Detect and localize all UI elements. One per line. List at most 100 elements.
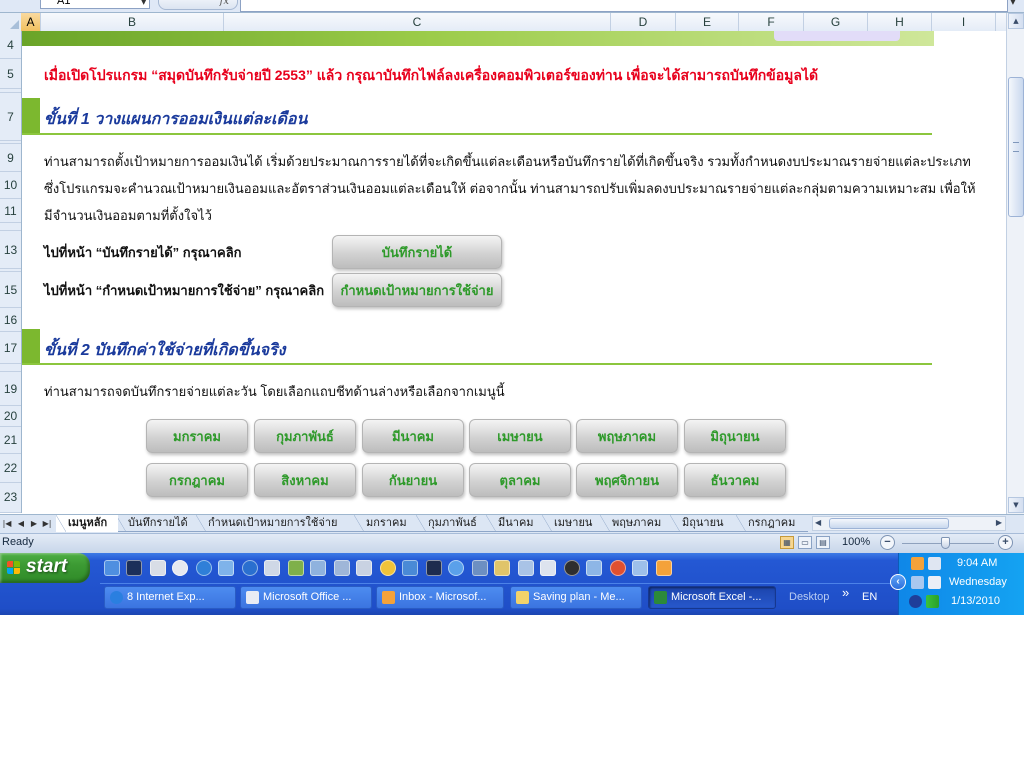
outlook-tray-icon[interactable]: [911, 557, 924, 570]
row-header[interactable]: 18: [0, 364, 21, 372]
budget-target-button[interactable]: กำหนดเป้าหมายการใช้จ่าย: [332, 273, 502, 307]
last-sheet-icon[interactable]: ▶|: [41, 517, 53, 531]
sheet-tab-budget[interactable]: กำหนดเป้าหมายการใช้จ่าย: [196, 515, 356, 532]
antivirus-icon[interactable]: [909, 595, 922, 608]
fx-button[interactable]: fx: [158, 0, 238, 10]
month-button-sep[interactable]: กันยายน: [362, 463, 464, 497]
monitor-icon[interactable]: [426, 560, 442, 576]
normal-view-icon[interactable]: ▦: [780, 536, 794, 549]
clock-time[interactable]: 9:04 AM: [957, 557, 997, 569]
row-header[interactable]: 15: [0, 272, 21, 308]
taskbar-button-office[interactable]: Microsoft Office ...: [240, 586, 372, 609]
month-button-feb[interactable]: กุมภาพันธ์: [254, 419, 356, 453]
formula-input[interactable]: [240, 0, 1008, 12]
clock-day[interactable]: Wednesday: [949, 576, 1007, 588]
next-sheet-icon[interactable]: ▶: [28, 517, 40, 531]
paint-icon[interactable]: [288, 560, 304, 576]
first-sheet-icon[interactable]: |◀: [1, 517, 13, 531]
outlook-tray-icon[interactable]: [656, 560, 672, 576]
month-button-jul[interactable]: กรกฎาคม: [146, 463, 248, 497]
language-indicator[interactable]: EN: [862, 591, 877, 603]
zoom-out-icon[interactable]: −: [880, 535, 895, 550]
sheet-tab-jun[interactable]: มิถุนายน: [670, 515, 738, 532]
row-header[interactable]: 10: [0, 172, 21, 199]
show-desktop-icon[interactable]: [126, 560, 142, 576]
scroll-right-icon[interactable]: ▶: [996, 518, 1002, 527]
start-button[interactable]: start: [0, 553, 90, 583]
sheet-tab-jul[interactable]: กรกฎาคม: [736, 515, 808, 532]
network-connection-icon[interactable]: [911, 576, 924, 589]
vertical-scrollbar[interactable]: ▲ ▼: [1006, 13, 1024, 514]
horizontal-scrollbar[interactable]: ◀ ▶: [812, 516, 1006, 531]
tray-expand-icon[interactable]: ‹: [890, 574, 906, 590]
sheet-tab-main-menu[interactable]: เมนูหลัก: [56, 515, 118, 532]
sheet-tab-income[interactable]: บันทึกรายได้: [116, 515, 198, 532]
camera-icon[interactable]: [564, 560, 580, 576]
row-header[interactable]: 7: [0, 93, 21, 141]
month-button-oct[interactable]: ตุลาคม: [469, 463, 571, 497]
mail-icon[interactable]: [264, 560, 280, 576]
prev-sheet-icon[interactable]: ◀: [15, 517, 27, 531]
network-tray-icon[interactable]: [928, 557, 941, 570]
vertical-scroll-thumb[interactable]: [1008, 77, 1024, 217]
tools-icon[interactable]: [472, 560, 488, 576]
page-layout-view-icon[interactable]: ▭: [798, 536, 812, 549]
name-box[interactable]: A1: [40, 0, 150, 9]
scroll-up-icon[interactable]: ▲: [1008, 13, 1024, 29]
sheet-tab-may[interactable]: พฤษภาคม: [600, 515, 672, 532]
zoom-slider-thumb[interactable]: [941, 537, 950, 549]
envelope-icon[interactable]: [540, 560, 556, 576]
row-header[interactable]: 5: [0, 59, 21, 89]
calendar-icon[interactable]: [518, 560, 534, 576]
folder-icon[interactable]: [494, 560, 510, 576]
sheet-tab-apr[interactable]: เมษายน: [542, 515, 602, 532]
folder-view-icon[interactable]: [334, 560, 350, 576]
scroll-down-icon[interactable]: ▼: [1008, 497, 1024, 513]
month-button-may[interactable]: พฤษภาคม: [576, 419, 678, 453]
clock-date[interactable]: 1/13/2010: [951, 595, 1000, 607]
income-record-button[interactable]: บันทึกรายได้: [332, 235, 502, 269]
column-header-g[interactable]: G: [804, 13, 868, 31]
search-icon[interactable]: [380, 560, 396, 576]
sheet-tab-jan[interactable]: มกราคม: [354, 515, 418, 532]
row-header[interactable]: 16: [0, 308, 21, 332]
select-all-button[interactable]: [0, 13, 22, 31]
settings-icon[interactable]: [356, 560, 372, 576]
column-header-d[interactable]: D: [611, 13, 676, 31]
row-header[interactable]: 11: [0, 199, 21, 223]
column-header-f[interactable]: F: [739, 13, 804, 31]
network-icon[interactable]: [218, 560, 234, 576]
row-header[interactable]: 4: [0, 31, 21, 59]
row-header[interactable]: 23: [0, 483, 21, 513]
month-button-nov[interactable]: พฤศจิกายน: [576, 463, 678, 497]
desktop-toolbar[interactable]: Desktop: [789, 591, 829, 603]
chevron-down-icon[interactable]: ▼: [141, 0, 146, 6]
month-button-dec[interactable]: ธันวาคม: [684, 463, 786, 497]
sheet-tab-mar[interactable]: มีนาคม: [486, 515, 544, 532]
column-header-b[interactable]: B: [41, 13, 224, 31]
signal-strength-icon[interactable]: [926, 595, 939, 608]
row-header[interactable]: 20: [0, 406, 21, 427]
column-header-h[interactable]: H: [868, 13, 932, 31]
column-header-a[interactable]: A: [21, 13, 41, 31]
word-icon[interactable]: [402, 560, 418, 576]
row-header[interactable]: 19: [0, 372, 21, 406]
month-button-jan[interactable]: มกราคม: [146, 419, 248, 453]
column-header-e[interactable]: E: [676, 13, 739, 31]
month-button-mar[interactable]: มีนาคม: [362, 419, 464, 453]
month-button-apr[interactable]: เมษายน: [469, 419, 571, 453]
row-header[interactable]: 12: [0, 223, 21, 231]
clock-app-icon[interactable]: [172, 560, 188, 576]
internet-explorer-icon[interactable]: [242, 560, 258, 576]
taskbar-button-inbox[interactable]: Inbox - Microsof...: [376, 586, 504, 609]
row-header[interactable]: 13: [0, 231, 21, 269]
row-header[interactable]: 22: [0, 454, 21, 483]
media-player-icon[interactable]: [448, 560, 464, 576]
zoom-level[interactable]: 100%: [842, 536, 870, 548]
page-break-view-icon[interactable]: ▤: [816, 536, 830, 549]
drive-icon[interactable]: [586, 560, 602, 576]
toolbar-overflow-icon[interactable]: »: [842, 585, 849, 600]
outlook-icon[interactable]: [104, 560, 120, 576]
row-header[interactable]: 9: [0, 144, 21, 172]
column-header-c[interactable]: C: [224, 13, 611, 31]
